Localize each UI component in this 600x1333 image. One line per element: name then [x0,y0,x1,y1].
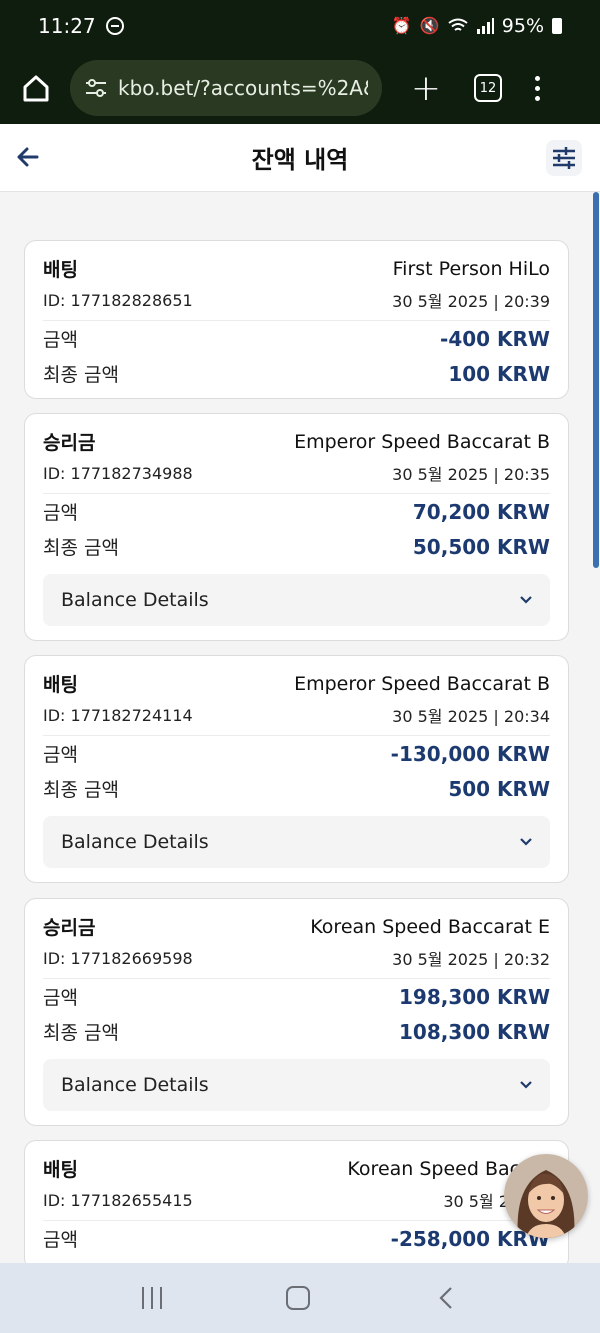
wifi-icon [448,18,468,31]
browser-toolbar: kbo.bet/?accounts=%2A&t + 12 [0,52,600,124]
status-right: ⏰ 🔇 95% [392,15,562,37]
back-arrow-icon[interactable] [14,142,42,172]
amount-label: 금액 [43,329,78,351]
balance-details-label: Balance Details [61,831,209,853]
filter-button[interactable] [546,140,582,176]
home-icon[interactable] [16,68,56,108]
new-tab-icon[interactable]: + [406,68,446,109]
transaction-date: 30 5월 2025 | 20:34 [392,707,550,726]
amount-label: 금액 [43,1229,78,1251]
support-avatar[interactable] [504,1154,588,1238]
transaction-type: 배팅 [43,1159,78,1181]
final-amount-label: 최종 금액 [43,1022,119,1044]
game-name: Emperor Speed Baccarat B [294,672,550,695]
final-amount-label: 최종 금액 [43,364,119,386]
transaction-id: ID: 177182734988 [43,463,193,483]
transaction-card: 승리금 Korean Speed Baccarat E ID: 177182669… [24,898,569,1126]
url-text: kbo.bet/?accounts=%2A&t [118,76,368,100]
amount-value: 198,300 KRW [398,984,550,1009]
scrollbar[interactable] [593,192,599,568]
balance-details-label: Balance Details [61,589,209,611]
transaction-date: 30 5월 2025 | 20:32 [392,950,550,969]
transaction-card: 배팅 Emperor Speed Baccarat B ID: 177182724… [24,655,569,883]
balance-details-button[interactable]: Balance Details [43,574,550,626]
alarm-icon: ⏰ [391,16,412,35]
game-name: Emperor Speed Baccarat B [294,430,550,453]
balance-details-button[interactable]: Balance Details [43,816,550,868]
balance-details-label: Balance Details [61,1074,209,1096]
battery-icon [552,18,562,34]
final-amount-value: 500 KRW [448,776,550,801]
page-title: 잔액 내역 [251,146,349,174]
final-amount-value: 100 KRW [448,361,550,386]
chevron-down-icon [520,596,532,604]
transaction-id: ID: 177182828651 [43,290,193,310]
transaction-type: 배팅 [43,674,78,696]
final-amount-label: 최종 금액 [43,779,119,801]
url-bar[interactable]: kbo.bet/?accounts=%2A&t [70,60,382,116]
recent-apps-icon[interactable] [142,1287,162,1309]
chevron-down-icon [520,838,532,846]
system-nav-bar [0,1263,600,1333]
filter-icon [553,147,575,169]
tab-switcher-button[interactable]: 12 [474,74,502,102]
final-amount-label: 최종 금액 [43,537,119,559]
final-amount-value: 50,500 KRW [412,534,550,559]
transaction-id: ID: 177182655415 [43,1190,193,1210]
final-amount-value: 108,300 KRW [398,1019,550,1044]
chevron-down-icon [520,1081,532,1089]
transaction-type: 승리금 [43,432,96,454]
transaction-id: ID: 177182724114 [43,705,193,725]
transaction-card: 배팅 Korean Speed Baccar ID: 177182655415 30… [24,1140,569,1270]
transaction-type: 승리금 [43,917,96,939]
back-nav-icon[interactable] [434,1286,458,1310]
transaction-card: 배팅 First Person HiLo ID: 177182828651 30 5… [24,240,569,399]
game-name: First Person HiLo [392,257,550,280]
signal-icon [476,18,494,34]
transaction-date: 30 5월 2025 | 20:35 [392,465,550,484]
mute-icon: 🔇 [419,16,440,35]
game-name: Korean Speed Baccarat E [310,915,550,938]
do-not-disturb-icon [105,17,124,35]
site-settings-icon[interactable] [84,76,108,100]
home-button-icon[interactable] [286,1286,310,1310]
amount-value: 70,200 KRW [412,499,550,524]
status-left: 11:27 [38,14,124,38]
transaction-date: 30 5월 2025 | 20:39 [392,292,550,311]
status-time: 11:27 [38,14,96,38]
transaction-card: 승리금 Emperor Speed Baccarat B ID: 17718273… [24,413,569,641]
transaction-id: ID: 177182669598 [43,948,193,968]
battery-percent: 95% [501,15,544,37]
transaction-type: 배팅 [43,259,78,281]
amount-value: -400 KRW [440,326,550,351]
status-bar: 11:27 ⏰ 🔇 95% [0,0,600,52]
amount-label: 금액 [43,987,78,1009]
amount-label: 금액 [43,744,78,766]
app-header: 잔액 내역 [0,124,600,192]
amount-label: 금액 [43,502,78,524]
amount-value: -130,000 KRW [390,741,550,766]
balance-details-button[interactable]: Balance Details [43,1059,550,1111]
more-menu-icon[interactable] [532,75,542,101]
